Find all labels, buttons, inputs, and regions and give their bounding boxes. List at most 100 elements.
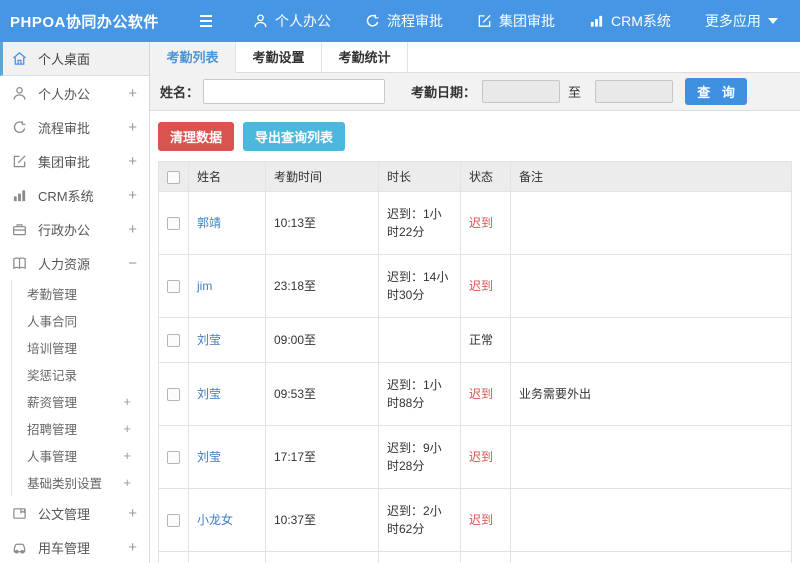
row-checkbox[interactable] — [167, 514, 180, 528]
employee-name-link[interactable]: 刘莹 — [197, 450, 221, 464]
export-list-button[interactable]: 导出查询列表 — [243, 122, 346, 151]
status-cell: 迟到/早退 — [460, 551, 511, 563]
status-cell: 迟到 — [460, 254, 511, 318]
date-filter-label: 考勤日期： — [411, 85, 477, 100]
col-header-time: 考勤时间 — [265, 161, 379, 192]
expand-icon[interactable]: + — [123, 421, 131, 436]
sidebar-subitem-recruit-mgmt[interactable]: 招聘管理 + — [12, 415, 149, 442]
sidebar-item-workflow-approval[interactable]: 流程审批 + — [0, 110, 149, 144]
expand-icon[interactable]: + — [123, 475, 131, 490]
sidebar-item-group-approval[interactable]: 集团审批 + — [0, 144, 149, 178]
expand-icon[interactable]: + — [128, 221, 137, 238]
sidebar-subitem-training-mgmt[interactable]: 培训管理 — [12, 334, 149, 361]
employee-name-link[interactable]: 刘莹 — [197, 333, 221, 347]
employee-name-link[interactable]: jim — [197, 279, 212, 293]
table-row: 刘莹 09:53至 迟到：1小时88分 迟到 业务需要外出 — [158, 362, 792, 426]
status-cell: 迟到 — [460, 425, 511, 489]
expand-icon[interactable]: + — [128, 85, 137, 102]
duration-cell: 迟到：1小时88分 — [378, 362, 461, 426]
sidebar-item-personal-desktop[interactable]: 个人桌面 — [0, 42, 149, 76]
nav-item-label: 流程审批 — [387, 13, 443, 29]
date-to-label: 至 — [568, 85, 582, 100]
col-header-note: 备注 — [510, 161, 792, 192]
sidebar-item-label: 集团审批 — [38, 154, 91, 170]
status-cell: 正常 — [460, 317, 511, 363]
sidebar-subitem-base-category[interactable]: 基础类别设置 + — [12, 469, 149, 496]
sidebar-item-personal-office[interactable]: 个人办公 + — [0, 76, 149, 110]
attendance-table-wrap: 姓名 考勤时间 时长 状态 备注 郭靖 10:13至 迟到：1小时22分 迟到 — [158, 161, 792, 563]
sidebar-subitem-personnel-mgmt[interactable]: 人事管理 + — [12, 442, 149, 469]
row-checkbox[interactable] — [167, 334, 180, 348]
status-cell: 迟到 — [460, 488, 511, 552]
row-checkbox[interactable] — [167, 217, 180, 231]
status-cell: 迟到 — [460, 362, 511, 426]
tab-attendance-list[interactable]: 考勤列表 — [150, 42, 236, 73]
nav-item-personal-office[interactable]: 个人办公 — [236, 0, 348, 42]
attendance-time: 09:53至 — [265, 362, 379, 426]
sidebar-subitem-label: 基础类别设置 — [27, 477, 103, 491]
note-cell — [510, 317, 792, 363]
home-icon — [12, 51, 29, 66]
sidebar-item-label: 流程审批 — [38, 120, 91, 136]
expand-icon[interactable]: + — [128, 187, 137, 204]
table-row: 小龙女 10:37至 迟到：2小时62分 迟到 — [158, 488, 792, 552]
process-icon — [365, 13, 380, 29]
row-checkbox[interactable] — [167, 280, 180, 294]
sidebar-item-human-resources[interactable]: 人力资源 − — [0, 246, 149, 280]
tab-bar: 考勤列表 考勤设置 考勤统计 — [150, 42, 800, 73]
employee-name-link[interactable]: 刘莹 — [197, 387, 221, 401]
date-to-input[interactable] — [595, 80, 674, 103]
employee-name-link[interactable]: 郭靖 — [197, 216, 221, 230]
nav-item-label: 更多应用 — [704, 13, 761, 29]
main-content: 考勤列表 考勤设置 考勤统计 姓名： 考勤日期： 至 查 询 清理数据 导出查询… — [150, 42, 800, 563]
edit-icon — [477, 13, 492, 29]
date-from-input[interactable] — [482, 80, 561, 103]
table-row: 刘莹 09:00至 正常 — [158, 317, 792, 363]
duration-cell: 迟到：14小时30分 — [378, 254, 461, 318]
note-cell: 1111 — [510, 551, 792, 563]
nav-item-group-approval[interactable]: 集团审批 — [460, 0, 572, 42]
sidebar-subitem-hr-contract[interactable]: 人事合同 — [12, 307, 149, 334]
sidebar-item-label: CRM系统 — [38, 188, 94, 204]
name-filter-input[interactable] — [203, 79, 386, 104]
collapse-icon[interactable]: − — [128, 255, 137, 272]
tab-attendance-stats[interactable]: 考勤统计 — [322, 42, 408, 72]
sidebar-item-label: 用车管理 — [38, 540, 91, 556]
user-icon — [12, 86, 29, 101]
expand-icon[interactable]: + — [128, 505, 137, 522]
search-button[interactable]: 查 询 — [685, 78, 748, 105]
sidebar-subitem-salary-mgmt[interactable]: 薪资管理 + — [12, 388, 149, 415]
expand-icon[interactable]: + — [128, 153, 137, 170]
book-icon — [12, 256, 29, 271]
sidebar-item-crm[interactable]: CRM系统 + — [0, 178, 149, 212]
nav-item-workflow-approval[interactable]: 流程审批 — [348, 0, 460, 42]
expand-icon[interactable]: + — [123, 394, 131, 409]
clean-data-button[interactable]: 清理数据 — [158, 122, 235, 151]
sidebar-item-vehicle-mgmt[interactable]: 用车管理 + — [0, 530, 149, 563]
expand-icon[interactable]: + — [123, 448, 131, 463]
note-cell — [510, 488, 792, 552]
hamburger-menu-icon[interactable] — [198, 14, 214, 28]
select-all-checkbox[interactable] — [167, 170, 180, 184]
filter-panel: 姓名： 考勤日期： 至 查 询 — [150, 73, 800, 111]
row-checkbox[interactable] — [167, 388, 180, 402]
expand-icon[interactable]: + — [128, 539, 137, 556]
document-icon — [12, 506, 29, 521]
sidebar-item-document-mgmt[interactable]: 公文管理 + — [0, 496, 149, 530]
duration-cell: 迟到：2小时62分 — [378, 488, 461, 552]
col-header-status: 状态 — [460, 161, 511, 192]
row-checkbox[interactable] — [167, 451, 180, 465]
duration-cell: 迟到：1小时22分 — [378, 191, 461, 255]
expand-icon[interactable]: + — [128, 119, 137, 136]
sidebar-item-admin-office[interactable]: 行政办公 + — [0, 212, 149, 246]
tab-attendance-settings[interactable]: 考勤设置 — [236, 42, 322, 72]
caret-down-icon — [767, 18, 778, 24]
sidebar-subitem-label: 考勤管理 — [27, 288, 78, 302]
sidebar-subitem-attendance-mgmt[interactable]: 考勤管理 — [12, 280, 149, 307]
employee-name-link[interactable]: 小龙女 — [197, 513, 233, 527]
nav-item-more-apps[interactable]: 更多应用 — [688, 0, 795, 42]
sidebar-subitem-label: 培训管理 — [27, 342, 78, 356]
sidebar-subitem-reward-punish[interactable]: 奖惩记录 — [12, 361, 149, 388]
nav-item-crm[interactable]: CRM系统 — [572, 0, 688, 42]
table-row: 郭靖 10:13至 迟到：1小时22分 迟到 — [158, 191, 792, 255]
